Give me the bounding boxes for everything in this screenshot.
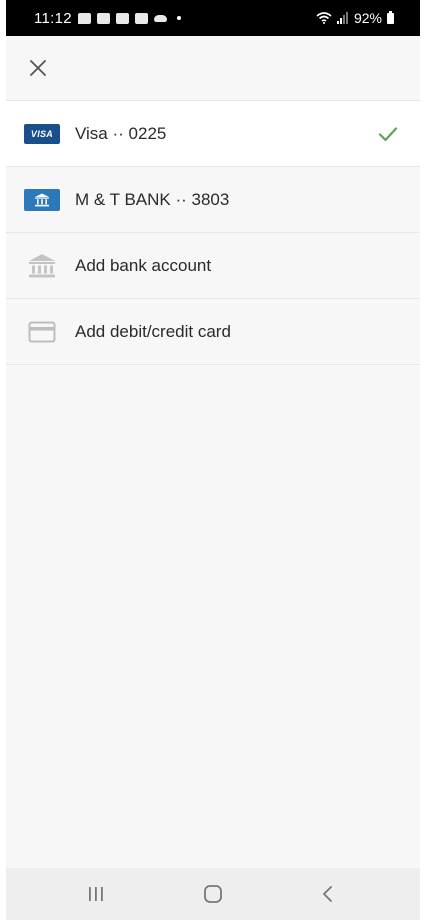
credit-card-outline-icon — [24, 321, 60, 343]
close-button[interactable] — [24, 54, 52, 82]
bank-badge — [24, 188, 60, 211]
battery-icon — [387, 10, 394, 24]
message-icon — [77, 12, 91, 24]
payment-method-bank[interactable]: M & T BANK ·· 3803 — [6, 167, 420, 233]
signal-icon — [336, 12, 348, 24]
wifi-icon — [316, 12, 332, 24]
status-bar: 11:12 92% — [6, 0, 420, 36]
screen: 11:12 92% VISA Visa ·· 0225 M & T BANK ·… — [6, 0, 420, 920]
navigation-bar — [6, 868, 420, 920]
recent-apps-button[interactable] — [66, 868, 126, 920]
add-debit-credit-card[interactable]: Add debit/credit card — [6, 299, 420, 365]
add-bank-account-label: Add bank account — [75, 255, 212, 275]
visa-badge: VISA — [24, 123, 60, 144]
recent-apps-icon — [89, 887, 103, 901]
status-time: 11:12 — [34, 9, 72, 27]
notification-dot — [176, 16, 181, 20]
home-button[interactable] — [183, 868, 243, 920]
bank-icon — [24, 188, 60, 211]
status-left: 11:12 — [34, 0, 181, 36]
back-button[interactable] — [298, 868, 358, 920]
battery-percent: 92% — [353, 10, 382, 26]
payment-method-label: M & T BANK ·· 3803 — [75, 189, 230, 209]
add-bank-account[interactable]: Add bank account — [6, 233, 420, 299]
back-icon — [323, 886, 332, 902]
bank-outline-icon — [24, 253, 60, 277]
visa-card-icon: VISA — [24, 123, 60, 145]
ring-icon — [115, 12, 129, 24]
home-icon — [204, 885, 222, 903]
close-icon — [30, 60, 46, 76]
payment-method-list: VISA Visa ·· 0225 M & T BANK ·· 3803 Add… — [6, 100, 420, 365]
edit-icon — [134, 12, 148, 24]
cloud-icon — [153, 14, 167, 22]
toolbar — [6, 36, 420, 100]
add-card-label: Add debit/credit card — [75, 321, 231, 341]
payment-method-visa[interactable]: VISA Visa ·· 0225 — [6, 101, 420, 167]
check-icon — [378, 124, 398, 144]
status-right: 92% — [316, 0, 394, 36]
ring-icon — [96, 12, 110, 24]
payment-method-label: Visa ·· 0225 — [75, 123, 167, 143]
